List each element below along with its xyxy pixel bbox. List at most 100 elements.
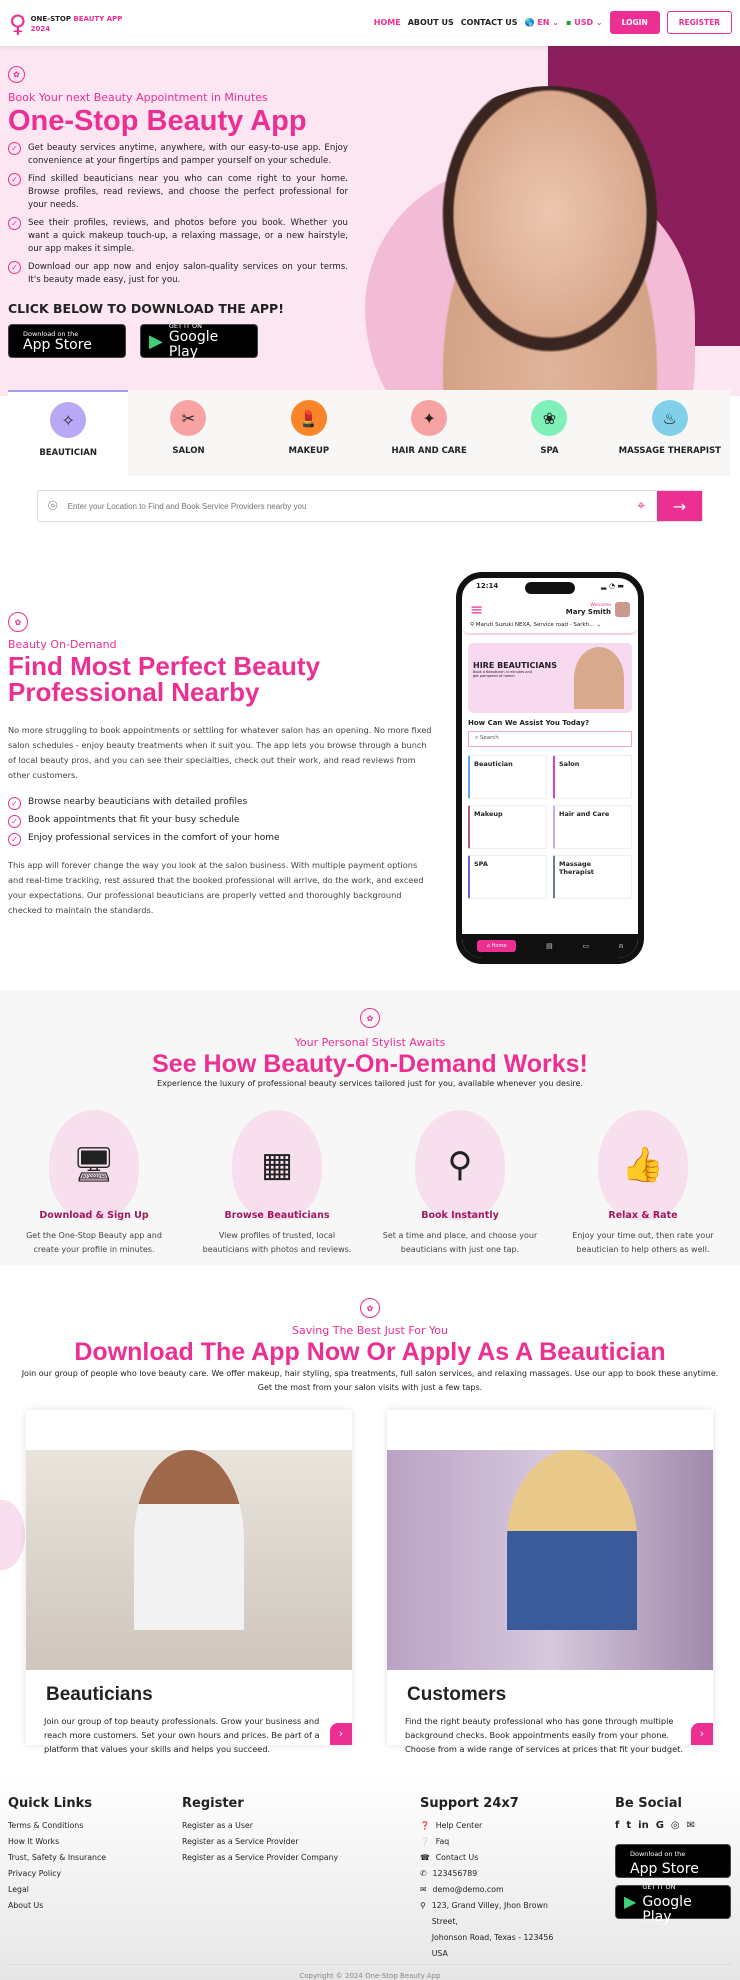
instagram-icon[interactable]: ◎ (671, 1818, 680, 1834)
logo-year: 2024 (30, 25, 51, 33)
feature-bullet: Browse nearby beauticians with detailed … (28, 797, 248, 807)
chevron-right-icon[interactable]: › (330, 1723, 352, 1745)
chevron-right-icon[interactable]: › (691, 1723, 713, 1745)
footer-link[interactable]: How It Works (8, 1834, 106, 1850)
quick-links: Quick Links Terms & Conditions How It Work… (8, 1796, 106, 1914)
footer-link[interactable]: Register as a User (182, 1818, 338, 1834)
footer-divider (8, 1964, 732, 1965)
customers-card[interactable]: Customers Find the right beauty professi… (387, 1410, 713, 1754)
phone-search-input[interactable]: ⌕ Search (468, 731, 632, 747)
faq-link[interactable]: ❔ Faq (420, 1834, 560, 1850)
lotus-icon: ✿ (360, 1298, 380, 1318)
card-text: Find the right beauty professional who h… (405, 1716, 683, 1754)
logo[interactable]: ♀ ONE-STOP BEAUTY APP 2024 (9, 10, 122, 38)
footer-link[interactable]: Terms & Conditions (8, 1818, 106, 1834)
google-play-button[interactable]: ▶ GET IT ON Google Play (140, 322, 258, 360)
footer-link[interactable]: Legal (8, 1882, 106, 1898)
footer-app-store-button[interactable]: Download on the App Store (615, 1844, 731, 1878)
main-nav: HOME ABOUT US CONTACT US 🌎 EN ⌄ ▪ USD ⌄ … (374, 11, 732, 34)
hero-bullet: See their profiles, reviews, and photos … (28, 218, 348, 254)
nav-about[interactable]: ABOUT US (408, 18, 454, 27)
tab-label: HAIR AND CARE (391, 446, 467, 456)
phone-category-card[interactable]: Salon (553, 755, 632, 799)
section-subtitle: Join our group of people who love beauty… (21, 1369, 719, 1392)
wallet-icon[interactable]: ▭ (583, 942, 590, 950)
thumbs-stars-icon: 👍 (598, 1110, 688, 1220)
tab-beautician[interactable]: ✧ BEAUTICIAN (8, 390, 129, 476)
step-title: Download & Sign Up (39, 1210, 149, 1221)
grid-tap-icon: ▦ (232, 1110, 322, 1220)
site-header: ♀ ONE-STOP BEAUTY APP 2024 HOME ABOUT US … (0, 0, 740, 46)
phone-number[interactable]: ✆ 123456789 (420, 1866, 560, 1882)
footer-link[interactable]: About Us (8, 1898, 106, 1914)
step-item: 👍 Relax & Rate Enjoy your time out, then r… (563, 1110, 723, 1257)
tab-spa[interactable]: ❀ SPA (489, 390, 609, 476)
lotus-icon: ✿ (8, 612, 28, 632)
linkedin-icon[interactable]: in (638, 1818, 649, 1834)
tab-label: SALON (172, 446, 205, 456)
beautician-image (26, 1450, 352, 1670)
phone-category-card[interactable]: Makeup (468, 805, 547, 849)
footer-google-play-button[interactable]: ▶ GET IT ON Google Play (615, 1883, 731, 1925)
google-play-icon: ▶ (149, 330, 163, 352)
phone-category-card[interactable]: Massage Therapist (553, 855, 632, 899)
tab-label: MASSAGE THERAPIST (618, 446, 721, 456)
check-icon: ✓ (8, 173, 21, 186)
tab-icon: 💄 (290, 400, 327, 436)
location-selector[interactable]: ⚲ Maruti Suzuki NEXA, Service road - Sar… (470, 619, 630, 631)
register-links: Register Register as a User Register as a … (182, 1796, 338, 1866)
beauticians-card[interactable]: Beauticians Join our group of top beauty… (26, 1410, 352, 1754)
check-icon: ✓ (8, 142, 21, 155)
phone-category-card[interactable]: Beautician (468, 755, 547, 799)
login-button[interactable]: LOGIN (609, 11, 660, 34)
menu-icon[interactable]: ≡ (470, 600, 483, 619)
logo-woman-icon: ♀ (9, 10, 27, 38)
tab-salon[interactable]: ✂ SALON (128, 390, 248, 476)
map-pin-icon: ⚲ (420, 1901, 426, 1910)
profile-icon[interactable]: ⍝ (619, 942, 623, 951)
avatar[interactable] (615, 602, 630, 617)
section-title: Download The App Now Or Apply As A Beaut… (74, 1338, 666, 1366)
footer-link[interactable]: Register as a Service Provider Company (182, 1850, 338, 1866)
banner-image (574, 647, 624, 709)
phone-category-card[interactable]: SPA (468, 855, 547, 899)
nav-contact[interactable]: CONTACT US (461, 18, 518, 27)
twitter-icon[interactable]: t (626, 1818, 631, 1834)
phone-category-card[interactable]: Hair and Care (553, 805, 632, 849)
monitor-user-icon: 🖥 (49, 1110, 139, 1220)
check-icon: ✓ (8, 815, 21, 828)
locate-me-icon[interactable]: ⌖ (637, 498, 645, 514)
step-text: Set a time and place, and choose your be… (382, 1231, 538, 1254)
tab-label: SPA (540, 446, 559, 456)
facebook-icon[interactable]: f (615, 1818, 619, 1834)
footer-link[interactable]: Trust, Safety & Insurance (8, 1850, 106, 1866)
tab-home[interactable]: ⌂ Home (476, 940, 517, 952)
tab-makeup[interactable]: 💄 MAKEUP (249, 390, 369, 476)
search-submit-button[interactable]: → (657, 491, 702, 521)
language-select[interactable]: 🌎 EN ⌄ (525, 18, 559, 27)
hire-banner[interactable]: HIRE BEAUTICIANS Book a Beautician in mi… (468, 643, 632, 713)
currency-select[interactable]: ▪ USD ⌄ (566, 18, 603, 27)
check-icon: ✓ (8, 261, 21, 274)
section-paragraph: This app will forever change the way you… (8, 860, 424, 915)
register-button[interactable]: REGISTER (666, 11, 732, 34)
mail-icon[interactable]: ✉ (687, 1818, 695, 1834)
google-icon[interactable]: G (656, 1818, 664, 1834)
footer-link[interactable]: Register as a Service Provider (182, 1834, 338, 1850)
user-name: Mary Smith (565, 608, 611, 616)
step-item: 🖥 Download & Sign Up Get the One-Stop Beau… (14, 1110, 174, 1257)
footer-link[interactable]: Privacy Policy (8, 1866, 106, 1882)
app-store-button[interactable]: Download on the App Store (8, 324, 126, 358)
email-link[interactable]: ✉ demo@demo.com (420, 1882, 560, 1898)
location-search: ⌾ ⌖ → (37, 490, 703, 522)
check-icon: ✓ (8, 217, 21, 230)
help-center-link[interactable]: ❓ Help Center (420, 1818, 560, 1834)
tab-hair-and-care[interactable]: ✦ HAIR AND CARE (369, 390, 489, 476)
contact-link[interactable]: ☎ Contact Us (420, 1850, 560, 1866)
location-input[interactable] (67, 501, 638, 511)
bookings-icon[interactable]: ▤ (546, 942, 553, 950)
check-icon: ✓ (8, 797, 21, 810)
nav-home[interactable]: HOME (374, 18, 401, 27)
feature-bullet: Enjoy professional services in the comfo… (28, 833, 280, 843)
tab-massage-therapist[interactable]: ♨ MASSAGE THERAPIST (610, 390, 730, 476)
